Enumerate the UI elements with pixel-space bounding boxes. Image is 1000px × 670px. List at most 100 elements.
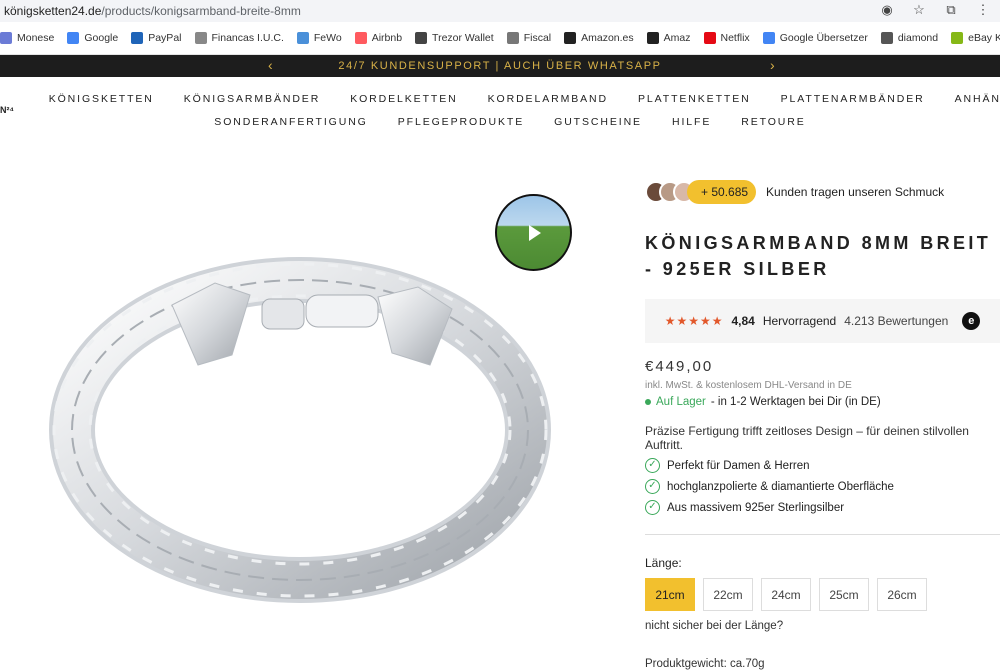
nav-link[interactable]: RETOURE xyxy=(741,116,805,128)
star-icon[interactable]: ☆ xyxy=(910,2,928,18)
product-description: Präzise Fertigung trifft zeitloses Desig… xyxy=(645,424,969,452)
bookmark-label: diamond xyxy=(897,32,939,44)
bookmark-item[interactable]: Amaz xyxy=(646,32,691,44)
fiscal-icon xyxy=(506,32,519,44)
rating-score: 4,84 xyxy=(731,314,755,328)
bookmark-item[interactable]: Trezor Wallet xyxy=(415,32,494,44)
bookmark-item[interactable]: FeWo xyxy=(296,32,342,44)
check-icon: ✓ xyxy=(645,500,660,515)
bookmark-label: Fiscal xyxy=(523,32,552,44)
eye-off-icon[interactable]: ◉ xyxy=(878,2,896,18)
feature-item: ✓ hochglanzpolierte & diamantierte Oberfl… xyxy=(645,479,1000,494)
length-option-button[interactable]: 25cm xyxy=(819,578,869,611)
customer-count-text: Kunden tragen unseren Schmuck xyxy=(766,185,945,199)
ekomi-logo-icon: e xyxy=(962,312,981,330)
announcement-bar: ‹ 24/7 KUNDENSUPPORT | AUCH ÜBER WHATSAP… xyxy=(0,55,1000,77)
nav-link[interactable]: PFLEGEPRODUKTE xyxy=(398,116,524,128)
nav-row-secondary: SONDERANFERTIGUNG PFLEGEPRODUKTE GUTSCHEIN… xyxy=(0,105,1000,128)
bookmark-item[interactable]: Airbnb xyxy=(354,32,403,44)
stock-status: Auf Lager - in 1-2 Werktagen bei Dir (in… xyxy=(645,396,1000,408)
bookmark-label: eBay Kleinanzeigen xyxy=(968,32,1000,44)
bookmark-label: Financas I.U.C. xyxy=(211,32,284,44)
bookmarks-bar: Monese Google PayPal Financas I.U.C. FeWo Air… xyxy=(0,22,1000,55)
bookmark-item[interactable]: PayPal xyxy=(131,32,182,44)
main-navigation: N²⁴ KÖNIGSKETTEN KÖNIGSARMBÄNDER KORDELKET… xyxy=(0,77,1000,140)
length-option-button[interactable]: 24cm xyxy=(761,578,811,611)
feature-list: ✓ Perfekt für Damen & Herren ✓ hochglanzpol… xyxy=(645,458,1000,515)
translate-icon xyxy=(762,32,775,44)
length-option-button[interactable]: 22cm xyxy=(703,578,753,611)
menu-icon[interactable]: ⋮ xyxy=(974,2,992,18)
paypal-icon xyxy=(131,32,144,44)
length-option-button[interactable]: 21cm xyxy=(645,578,695,611)
star-rating-icon: ★★★★★ xyxy=(664,314,724,328)
lock-icon xyxy=(415,32,428,44)
nav-link[interactable]: SONDERANFERTIGUNG xyxy=(214,116,367,128)
bookmark-label: Google xyxy=(84,32,119,44)
chevron-left-icon[interactable]: ‹ xyxy=(268,57,274,73)
play-icon xyxy=(529,225,541,241)
divider xyxy=(645,534,1000,535)
airbnb-icon xyxy=(354,32,367,44)
nav-link[interactable]: ANHÄNGER xyxy=(955,93,1000,105)
nav-row-primary: KÖNIGSKETTEN KÖNIGSARMBÄNDER KORDELKETTEN K… xyxy=(0,77,1000,105)
bookmark-label: Google Übersetzer xyxy=(779,32,868,44)
url-path: /products/konigsarmband-breite-8mm xyxy=(101,4,301,18)
netflix-icon xyxy=(703,32,716,44)
nav-link[interactable]: KÖNIGSKETTEN xyxy=(49,93,154,105)
bookmark-item[interactable]: Financas I.U.C. xyxy=(194,32,284,44)
review-count: 4.213 Bewertungen xyxy=(844,314,949,328)
nav-link[interactable]: PLATTENARMBÄNDER xyxy=(781,93,925,105)
url-host: königsketten24.de xyxy=(4,4,102,18)
customer-avatars xyxy=(645,181,695,203)
customer-trust-badge: + 50.685 Kunden tragen unseren Schmuck xyxy=(645,180,1000,204)
length-option-button[interactable]: 26cm xyxy=(877,578,927,611)
bookmark-item[interactable]: Google Übersetzer xyxy=(762,32,868,44)
check-icon: ✓ xyxy=(645,458,660,473)
bookmark-label: PayPal xyxy=(148,32,182,44)
nav-link[interactable]: KORDELKETTEN xyxy=(350,93,457,105)
length-label: Länge: xyxy=(645,556,682,570)
chevron-right-icon[interactable]: › xyxy=(770,57,776,73)
amazon-icon xyxy=(564,32,577,44)
feature-item: ✓ Perfekt für Damen & Herren xyxy=(645,458,1000,473)
product-video-thumbnail[interactable] xyxy=(495,194,572,271)
bookmark-item[interactable]: Fiscal xyxy=(506,32,552,44)
announcement-text: 24/7 KUNDENSUPPORT | AUCH ÜBER WHATSAPP xyxy=(338,60,662,72)
bookmark-label: Monese xyxy=(17,32,55,44)
bookmark-label: Airbnb xyxy=(371,32,403,44)
bookmark-item[interactable]: Amazon.es xyxy=(564,32,634,44)
fewo-icon xyxy=(296,32,309,44)
bookmark-item[interactable]: Monese xyxy=(0,32,54,44)
google-icon xyxy=(67,32,80,44)
stock-label: Auf Lager xyxy=(656,396,706,408)
product-weight: Produktgewicht: ca.70g xyxy=(645,658,765,670)
tax-note: inkl. MwSt. & kostenlosem DHL-Versand in… xyxy=(645,380,852,391)
bookmark-item[interactable]: Google xyxy=(67,32,118,44)
nav-link[interactable]: KÖNIGSARMBÄNDER xyxy=(184,93,320,105)
length-help-link[interactable]: nicht sicher bei der Länge? xyxy=(645,620,1000,632)
bookmark-item[interactable]: eBay Kleinanzeigen xyxy=(951,32,1000,44)
product-price: €449,00 xyxy=(645,358,714,375)
extension-icon[interactable]: ⧉ xyxy=(942,2,960,18)
feature-text: Perfekt für Damen & Herren xyxy=(667,459,810,472)
url-field[interactable]: königsketten24.de/products/konigsarmband… xyxy=(4,4,301,18)
nav-link[interactable]: KORDELARMBAND xyxy=(488,93,608,105)
browser-address-bar[interactable]: königsketten24.de/products/konigsarmband… xyxy=(0,0,1000,22)
diamond-icon xyxy=(880,32,893,44)
review-summary[interactable]: ★★★★★ 4,84 Hervorragend 4.213 Bewertunge… xyxy=(645,299,1000,343)
in-stock-dot-icon xyxy=(645,399,651,405)
nav-link[interactable]: HILFE xyxy=(672,116,711,128)
nav-link[interactable]: GUTSCHEINE xyxy=(554,116,642,128)
feature-text: Aus massivem 925er Sterlingsilber xyxy=(667,501,845,514)
logo[interactable]: N²⁴ xyxy=(0,105,14,115)
feature-item: ✓ Aus massivem 925er Sterlingsilber xyxy=(645,500,1000,515)
bookmark-item[interactable]: diamond xyxy=(880,32,939,44)
length-options: 21cm 22cm 24cm 25cm 26cm xyxy=(645,578,1000,611)
bookmark-item[interactable]: Netflix xyxy=(703,32,750,44)
product-title: KÖNIGSARMBAND 8MM BREIT - 925ER SILBER xyxy=(645,233,992,279)
bookmark-label: FeWo xyxy=(313,32,342,44)
financas-icon xyxy=(194,32,207,44)
monese-icon xyxy=(0,32,12,44)
nav-link[interactable]: PLATTENKETTEN xyxy=(638,93,751,105)
